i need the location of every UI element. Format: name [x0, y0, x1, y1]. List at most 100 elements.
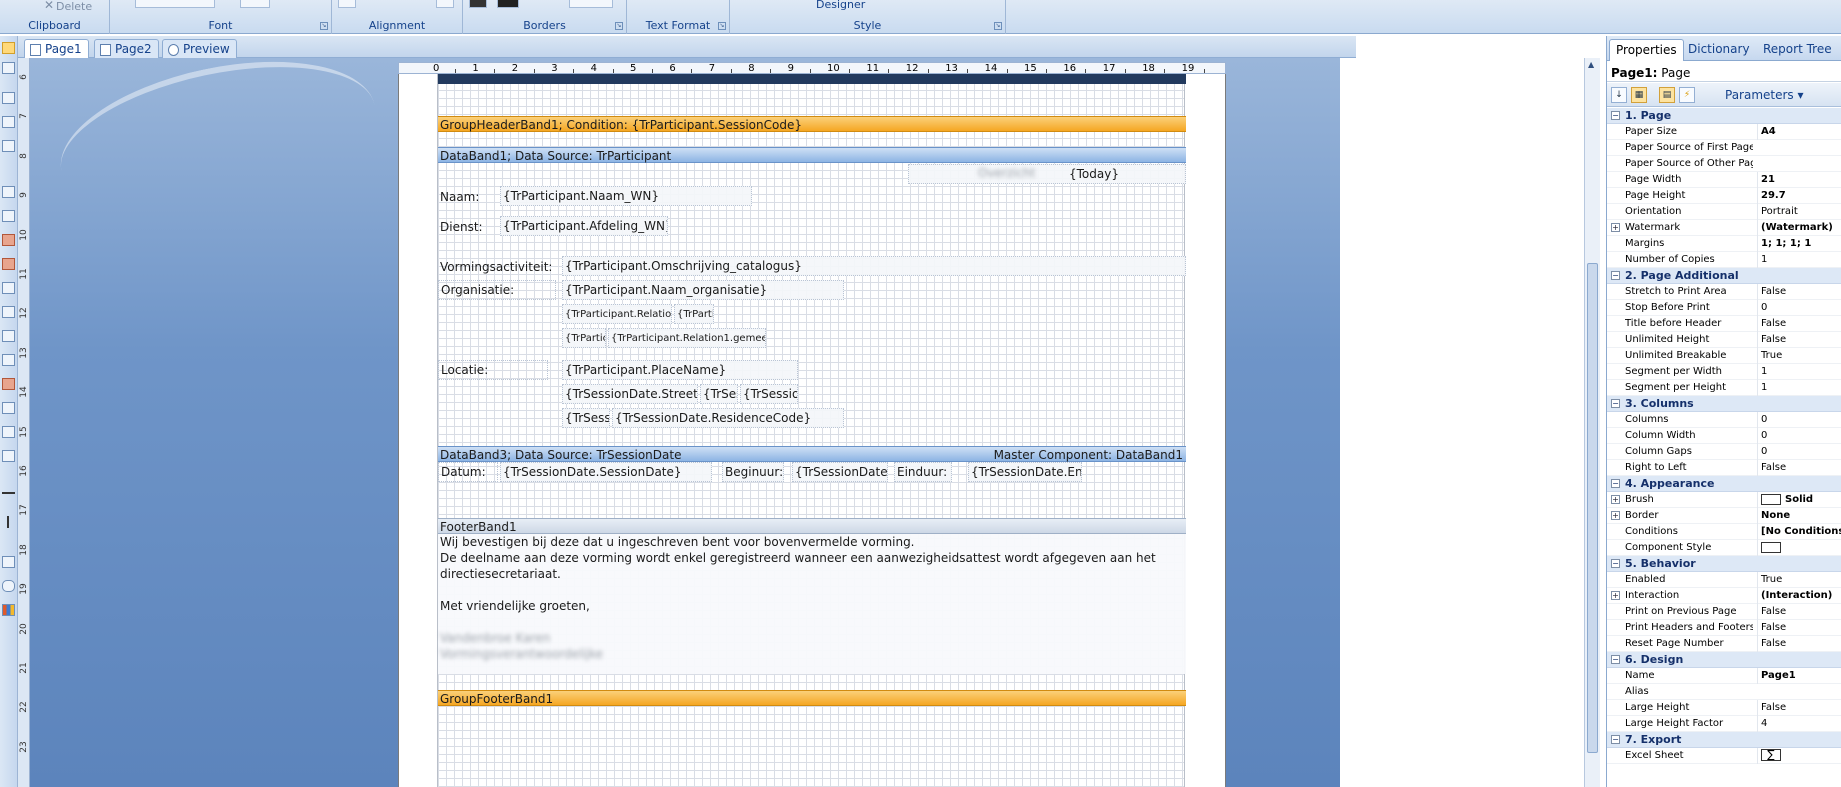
events-lightning-icon[interactable]: ⚡ — [1679, 87, 1695, 103]
collapse-icon[interactable]: − — [1611, 271, 1620, 280]
property-value[interactable]: 29.7 — [1757, 188, 1841, 204]
property-value[interactable]: True — [1757, 348, 1841, 364]
datum-label[interactable]: Datum: — [438, 462, 498, 482]
property-value[interactable]: [No Conditions] — [1757, 524, 1841, 540]
property-category[interactable]: −4. Appearance — [1607, 476, 1841, 492]
property-row[interactable]: Page Width 21 — [1607, 172, 1841, 188]
datum-field[interactable]: {TrSessionDate.SessionDate} — [500, 462, 712, 482]
style-launcher-icon[interactable]: ↘ — [994, 22, 1002, 30]
property-row[interactable]: Conditions [No Conditions] — [1607, 524, 1841, 540]
property-value[interactable]: False — [1757, 460, 1841, 476]
property-value[interactable]: 0 — [1757, 412, 1841, 428]
property-value[interactable] — [1757, 540, 1841, 556]
property-row[interactable]: Reset Page Number False — [1607, 636, 1841, 652]
property-row[interactable]: Right to Left False — [1607, 460, 1841, 476]
property-row[interactable]: Paper Source of Other Pages — [1607, 156, 1841, 172]
org-field[interactable]: {TrParticipant.Naam_organisatie} — [562, 280, 844, 300]
relation-field-b[interactable]: {TrParti — [674, 304, 714, 324]
image-tool-icon[interactable] — [2, 234, 15, 246]
property-row[interactable]: + Interaction (Interaction) — [1607, 588, 1841, 604]
property-value[interactable]: Solid — [1757, 492, 1841, 508]
expand-icon[interactable]: + — [1611, 591, 1620, 600]
parameters-dropdown[interactable]: Parameters ▾ — [1725, 88, 1804, 102]
locatie-label[interactable]: Locatie: — [438, 360, 548, 380]
vertical-line-tool-icon[interactable] — [7, 516, 9, 528]
property-row[interactable]: Title before Header False — [1607, 316, 1841, 332]
delete-button[interactable]: Delete — [56, 0, 92, 13]
property-value[interactable]: False — [1757, 284, 1841, 300]
property-value[interactable]: 0 — [1757, 444, 1841, 460]
rounded-rectangle-tool-icon[interactable] — [2, 580, 15, 592]
beginuur-field[interactable]: {TrSessionDate — [792, 462, 888, 482]
property-row[interactable]: Enabled True — [1607, 572, 1841, 588]
einduur-field[interactable]: {TrSessionDate.End — [968, 462, 1082, 482]
residence-field-b[interactable]: {TrSessionDate.ResidenceCode} — [612, 408, 844, 428]
property-value[interactable]: False — [1757, 700, 1841, 716]
sort-alphabetical-icon[interactable]: ↓ — [1611, 87, 1627, 103]
zip-code-tool-icon[interactable] — [2, 378, 15, 390]
property-row[interactable]: Page Height 29.7 — [1607, 188, 1841, 204]
tab-report-tree[interactable]: Report Tree — [1757, 39, 1838, 61]
property-row[interactable]: Large Height False — [1607, 700, 1841, 716]
property-value[interactable]: 1 — [1757, 252, 1841, 268]
table-tool-icon[interactable] — [2, 330, 15, 342]
scroll-up-icon[interactable]: ▲ — [1588, 60, 1594, 69]
border-style-button[interactable] — [569, 0, 613, 8]
designer-vertical-scrollbar[interactable]: ▲ — [1584, 58, 1600, 787]
property-row[interactable]: Stretch to Print Area False — [1607, 284, 1841, 300]
property-value[interactable]: 1; 1; 1; 1 — [1757, 236, 1841, 252]
subreport-tool-icon[interactable] — [2, 306, 15, 318]
expand-icon[interactable]: + — [1611, 511, 1620, 520]
property-value[interactable]: True — [1757, 572, 1841, 588]
group-header-band[interactable]: GroupHeaderBand1; Condition: {TrParticip… — [438, 116, 1186, 132]
property-value[interactable]: False — [1757, 636, 1841, 652]
street-field-c[interactable]: {TrSessio — [740, 384, 798, 404]
property-row[interactable]: Segment per Width 1 — [1607, 364, 1841, 380]
tab-preview[interactable]: Preview — [162, 39, 237, 58]
property-row[interactable]: Stop Before Print 0 — [1607, 300, 1841, 316]
tab-page2[interactable]: Page2 — [94, 39, 159, 58]
property-row[interactable]: + Brush Solid — [1607, 492, 1841, 508]
property-row[interactable]: Column Gaps 0 — [1607, 444, 1841, 460]
tab-properties[interactable]: Properties — [1609, 39, 1684, 61]
collapse-icon[interactable]: − — [1611, 399, 1620, 408]
property-value[interactable]: ∑ — [1757, 748, 1841, 764]
text-tool-icon[interactable] — [2, 186, 15, 198]
collapse-icon[interactable]: − — [1611, 111, 1620, 120]
property-row[interactable]: Paper Size A4 — [1607, 124, 1841, 140]
pointer-tool-icon[interactable] — [2, 42, 15, 54]
property-value[interactable]: 21 — [1757, 172, 1841, 188]
property-value[interactable]: False — [1757, 316, 1841, 332]
property-value[interactable]: 4 — [1757, 716, 1841, 732]
einduur-label[interactable]: Einduur: — [894, 462, 952, 482]
horizontal-line-tool-icon[interactable] — [2, 492, 15, 494]
property-value[interactable]: A4 — [1757, 124, 1841, 140]
property-row[interactable]: Component Style — [1607, 540, 1841, 556]
relation-field-a[interactable]: {TrParticipant.Relation — [562, 304, 672, 324]
property-value[interactable]: None — [1757, 508, 1841, 524]
relation-field-c[interactable]: {TrPartici — [562, 328, 606, 348]
pan-tool-icon[interactable] — [2, 62, 15, 74]
property-category[interactable]: −5. Behavior — [1607, 556, 1841, 572]
property-value[interactable]: 1 — [1757, 380, 1841, 396]
property-row[interactable]: Number of Copies 1 — [1607, 252, 1841, 268]
property-row[interactable]: Orientation Portrait — [1607, 204, 1841, 220]
property-row[interactable]: Unlimited Breakable True — [1607, 348, 1841, 364]
collapse-icon[interactable]: − — [1611, 559, 1620, 568]
align-justify-button[interactable] — [436, 0, 454, 8]
rectangle-tool-icon[interactable] — [2, 556, 15, 568]
borders-launcher-icon[interactable]: ↘ — [615, 22, 623, 30]
property-row[interactable]: Large Height Factor 4 — [1607, 716, 1841, 732]
databand3-header[interactable]: DataBand3; Data Source: TrSessionDate Ma… — [438, 446, 1186, 462]
property-row[interactable]: Unlimited Height False — [1607, 332, 1841, 348]
property-category[interactable]: −2. Page Additional — [1607, 268, 1841, 284]
naam-field[interactable]: {TrParticipant.Naam_WN} — [500, 186, 752, 206]
band-tool-icon[interactable] — [2, 92, 15, 104]
property-category[interactable]: −3. Columns — [1607, 396, 1841, 412]
today-field[interactable]: {Today} — [908, 164, 1186, 184]
font-launcher-icon[interactable]: ↘ — [320, 22, 328, 30]
group-footer-band[interactable]: GroupFooterBand1 — [438, 690, 1186, 706]
property-value[interactable]: False — [1757, 332, 1841, 348]
property-value[interactable]: (Interaction) — [1757, 588, 1841, 604]
footer-band-header[interactable]: FooterBand1 — [438, 518, 1186, 534]
